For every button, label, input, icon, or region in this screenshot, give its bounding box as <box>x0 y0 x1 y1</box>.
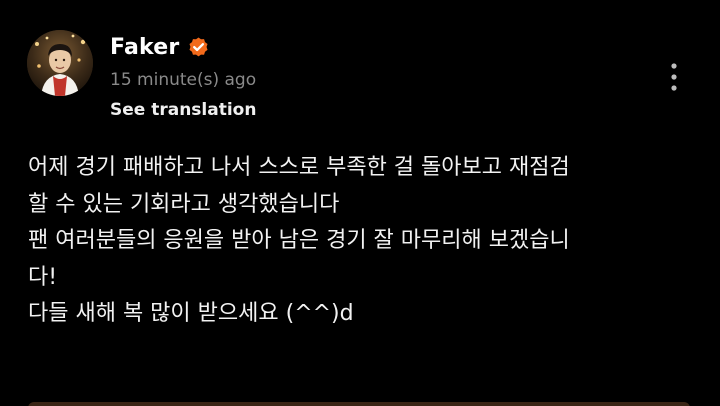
verified-badge-icon <box>189 36 208 56</box>
see-translation-link[interactable]: See translation <box>110 100 256 120</box>
post-body: 어제 경기 패배하고 나서 스스로 부족한 걸 돌아보고 재점검 할 수 있는 … <box>28 150 698 333</box>
post-body-line: 다! <box>28 264 58 290</box>
post-card: Faker 15 minute(s) ago See translation 어… <box>0 0 720 406</box>
author-name[interactable]: Faker <box>110 35 179 60</box>
avatar-photo <box>27 30 93 96</box>
post-timestamp: 15 minute(s) ago <box>110 70 257 90</box>
post-body-line: 할 수 있는 기회라고 생각했습니다 <box>28 191 340 217</box>
post-body-line: 다들 새해 복 많이 받으세요 (^^)d <box>28 301 354 326</box>
more-options-button[interactable] <box>662 58 686 98</box>
more-vertical-icon <box>671 63 677 91</box>
next-content-edge <box>28 402 690 406</box>
avatar[interactable] <box>27 30 93 96</box>
post-body-line: 어제 경기 패배하고 나서 스스로 부족한 걸 돌아보고 재점검 <box>28 155 570 180</box>
author-row: Faker <box>110 30 210 64</box>
post-body-line: 팬 여러분들의 응원을 받아 남은 경기 잘 마무리해 보겠습니 <box>28 228 570 253</box>
